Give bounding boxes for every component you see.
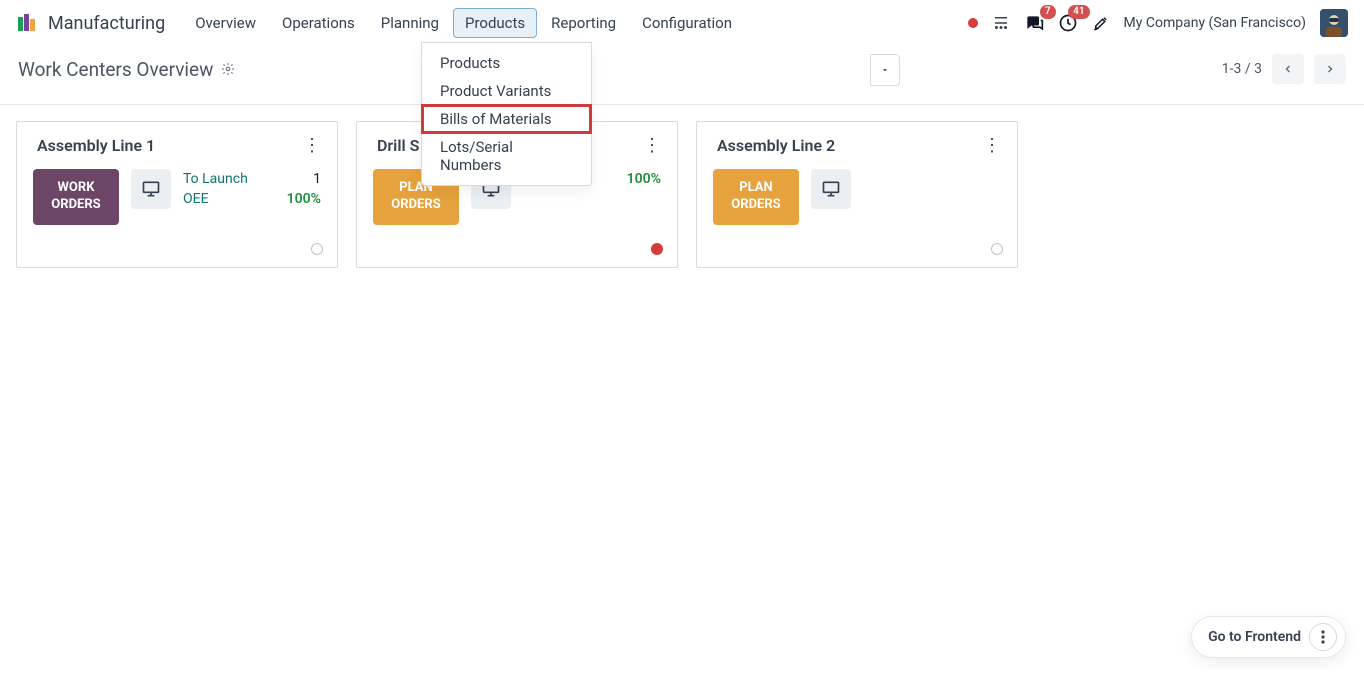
card-kv-row: To Launch 1 [183, 169, 321, 189]
card-kv: To Launch 1 OEE 100% [183, 169, 321, 209]
card-kv-val: 100% [627, 171, 661, 187]
status-dot[interactable] [991, 243, 1003, 255]
subheader: Work Centers Overview 1-3 / 3 [0, 46, 1364, 105]
card-kv-val: 100% [287, 191, 321, 207]
workcenter-card: Assembly Line 1 ⋮ WORKORDERS To Launch 1… [16, 121, 338, 268]
open-tablet-icon[interactable] [811, 169, 851, 209]
products-menu-item-lots-serial-numbers[interactable]: Lots/Serial Numbers [422, 133, 591, 179]
nav-items: OverviewOperationsPlanningProductsReport… [183, 8, 744, 38]
nav-item-operations[interactable]: Operations [270, 8, 367, 38]
tools-icon[interactable] [1092, 14, 1110, 32]
nav-item-overview[interactable]: Overview [183, 8, 268, 38]
breadcrumb-dropdown[interactable] [870, 54, 900, 86]
card-primary-button[interactable]: WORKORDERS [33, 169, 119, 225]
go-to-frontend: Go to Frontend [1191, 616, 1346, 658]
gear-icon[interactable] [221, 62, 235, 76]
card-menu-kebab-icon[interactable]: ⋮ [643, 137, 661, 155]
chat-badge: 7 [1040, 5, 1056, 19]
card-title[interactable]: Assembly Line 2 [717, 136, 835, 155]
activity-badge: 41 [1068, 5, 1089, 19]
nav-item-planning[interactable]: Planning [369, 8, 451, 38]
card-title[interactable]: Drill S [377, 136, 419, 155]
card-menu-kebab-icon[interactable]: ⋮ [303, 137, 321, 155]
card-kv-key[interactable]: To Launch [183, 171, 248, 187]
company-switcher[interactable]: My Company (San Francisco) [1124, 15, 1306, 31]
pager-text: 1-3 / 3 [1222, 61, 1262, 77]
nav-item-configuration[interactable]: Configuration [630, 8, 744, 38]
recording-indicator [968, 18, 978, 28]
tray-icon[interactable] [992, 14, 1010, 32]
card-kv-val: 1 [313, 171, 321, 187]
workcenter-card: Assembly Line 2 ⋮ PLANORDERS [696, 121, 1018, 268]
go-to-frontend-label[interactable]: Go to Frontend [1208, 629, 1301, 645]
products-menu-item-product-variants[interactable]: Product Variants [422, 77, 591, 105]
pager: 1-3 / 3 [1222, 54, 1346, 84]
products-menu-item-products[interactable]: Products [422, 49, 591, 77]
card-menu-kebab-icon[interactable]: ⋮ [983, 137, 1001, 155]
user-avatar[interactable] [1320, 9, 1348, 37]
app-title[interactable]: Manufacturing [48, 13, 165, 34]
open-tablet-icon[interactable] [131, 169, 171, 209]
pager-next[interactable] [1314, 54, 1346, 84]
card-title[interactable]: Assembly Line 1 [37, 136, 155, 155]
top-nav: Manufacturing OverviewOperationsPlanning… [0, 0, 1364, 46]
products-menu-item-bills-of-materials[interactable]: Bills of Materials [422, 105, 591, 133]
chat-icon[interactable]: 7 [1024, 13, 1044, 33]
nav-item-reporting[interactable]: Reporting [539, 8, 628, 38]
status-dot[interactable] [651, 243, 663, 255]
status-dot[interactable] [311, 243, 323, 255]
board: Assembly Line 1 ⋮ WORKORDERS To Launch 1… [0, 105, 1364, 284]
app-logo [16, 11, 40, 35]
card-kv-key[interactable]: OEE [183, 191, 209, 207]
pager-prev[interactable] [1272, 54, 1304, 84]
nav-item-products[interactable]: Products [453, 8, 537, 38]
card-primary-button[interactable]: PLANORDERS [713, 169, 799, 225]
nav-right: 7 41 My Company (San Francisco) [968, 9, 1348, 37]
activity-icon[interactable]: 41 [1058, 13, 1078, 33]
products-dropdown: ProductsProduct VariantsBills of Materia… [421, 42, 592, 186]
breadcrumb-title[interactable]: Work Centers Overview [18, 58, 213, 81]
go-to-frontend-more[interactable] [1309, 623, 1337, 651]
card-kv-row: OEE 100% [183, 189, 321, 209]
